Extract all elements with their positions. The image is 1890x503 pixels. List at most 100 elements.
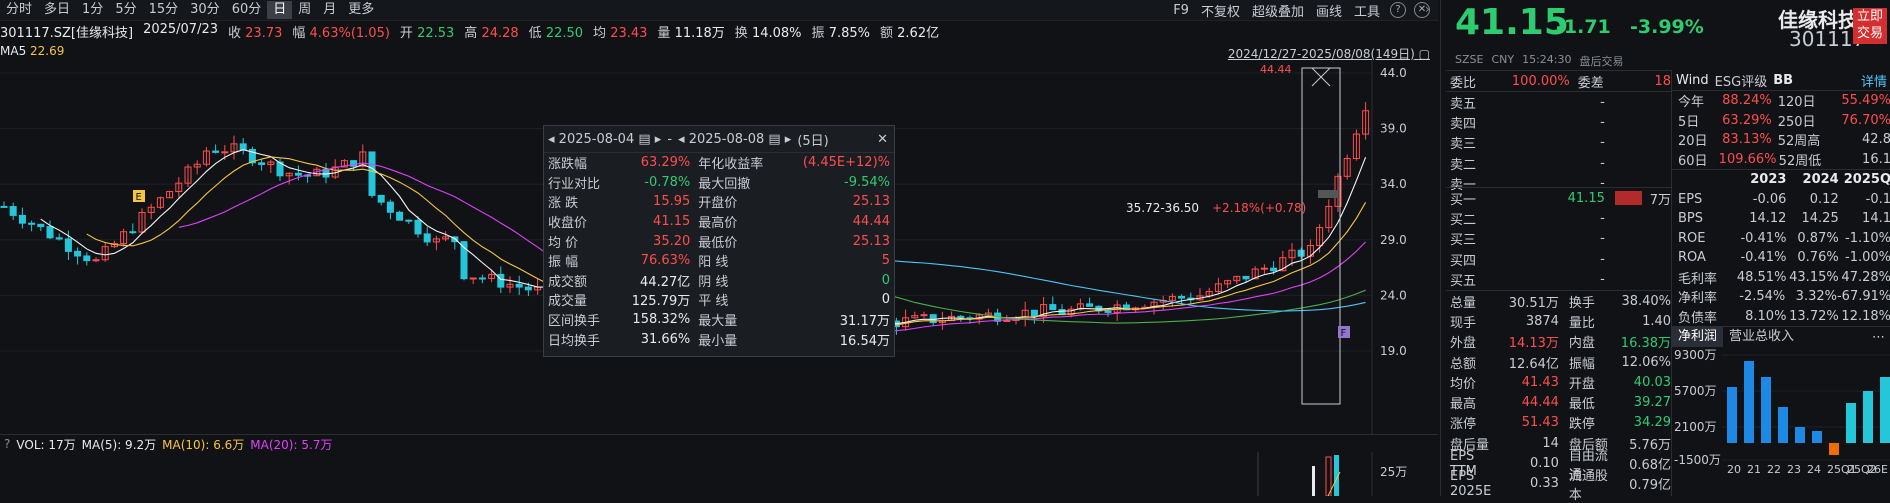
candle-body: [1270, 267, 1278, 272]
from-date-box[interactable]: ◂ 2025-08-04 ▤ ▸: [548, 132, 661, 147]
fin-key: BPS: [1678, 211, 1704, 227]
fin-value: -67.91%: [1836, 289, 1890, 305]
fin-bar: [1880, 377, 1890, 443]
perf-key: 20日: [1678, 134, 1708, 150]
orderbook-row[interactable]: 卖四 -: [1446, 112, 1671, 132]
popup-key: 最大回撤: [698, 176, 751, 192]
period-tab[interactable]: 5分: [109, 1, 142, 19]
stat-value: 0.79亿: [1629, 478, 1672, 494]
more-icon[interactable]: ⋯: [1872, 330, 1885, 345]
orderbook-row[interactable]: 买二 -: [1446, 208, 1671, 228]
marker-f: F: [1341, 328, 1347, 339]
popup-value: 76.63%: [640, 253, 691, 269]
period-tab[interactable]: 日: [267, 1, 293, 19]
popup-value: -9.54%: [844, 174, 890, 190]
overlay-button[interactable]: 超级叠加: [1246, 1, 1310, 20]
from-date: 2025-08-04: [558, 131, 635, 147]
popup-value: 25.13: [852, 233, 890, 249]
popup-close-icon[interactable]: ✕: [877, 132, 888, 147]
orderbook-row[interactable]: 买一 41.15 7万: [1446, 188, 1671, 208]
period-tab[interactable]: 多日: [38, 1, 76, 19]
fin-value: 8.10%: [1745, 308, 1787, 324]
period-tab[interactable]: 周: [292, 1, 317, 19]
period-tab[interactable]: 1分: [76, 1, 109, 19]
candle-body: [515, 283, 523, 288]
swing-label: 振: [811, 26, 825, 41]
tab-net-profit[interactable]: 净利润: [1672, 327, 1724, 347]
stock-code: 301117.SZ[佳缘科技]: [0, 26, 134, 41]
fin-bar: [1795, 427, 1805, 443]
high-label: 高: [464, 26, 478, 41]
orderbook-row[interactable]: 卖三 -: [1446, 133, 1671, 153]
period-tab[interactable]: 月: [317, 1, 342, 19]
fin-header-row: 2023 2024 2025Q: [1672, 170, 1890, 190]
fin-value: 0.12: [1809, 191, 1839, 207]
period-tab[interactable]: 30分: [184, 1, 226, 19]
adjust-button[interactable]: 不复权: [1195, 1, 1246, 20]
popup-value: 31.17万: [839, 314, 890, 330]
popup-row: 涨 跌 15.95 开盘价 25.13: [544, 192, 894, 212]
candle-body: [929, 314, 937, 324]
perf-key: 5日: [1678, 114, 1700, 130]
period-toolbar: 分时 多日 1分 5分 15分 30分 60分日周月更多 F9 不复权 超级叠加 画线 工具…: [0, 0, 1438, 21]
fin-row: ROA -0.41% 0.76% -1.00%: [1672, 248, 1890, 268]
details-link[interactable]: 详情: [1861, 71, 1887, 90]
fin-bar: [1761, 377, 1771, 443]
orderbook-row[interactable]: 买五 -: [1446, 269, 1671, 289]
fin-x-label: 21: [1747, 463, 1761, 476]
ob-volume-bar: [1615, 232, 1642, 246]
currency: CNY: [1491, 53, 1515, 66]
to-date-box[interactable]: ◂ 2025-08-08 ▤ ▸: [678, 132, 791, 147]
range-box-icon: ▢: [1418, 47, 1430, 61]
vol-help-icon[interactable]: ?: [0, 437, 10, 451]
stat-row: 均价 41.43 开盘 40.03: [1446, 372, 1671, 392]
tools-button[interactable]: 工具: [1348, 1, 1386, 20]
range-note: 35.72-36.50: [1126, 201, 1199, 215]
popup-row: 行业对比 -0.78% 最大回撤 -9.54%: [544, 173, 894, 193]
close-info: 收 23.73: [228, 22, 282, 41]
candle-body: [478, 277, 486, 280]
period-tab[interactable]: 更多: [342, 1, 380, 19]
candle-body: [212, 150, 220, 153]
stat-value: 5.76万: [1629, 437, 1672, 453]
stat-key: 跌停: [1568, 417, 1595, 433]
period-tab[interactable]: 15分: [143, 1, 185, 19]
candle-body: [28, 222, 36, 225]
wind-header: Wind ESG评级 BB 详情: [1672, 70, 1890, 91]
quote-time: 15:24:30: [1522, 53, 1572, 66]
candle-body: [74, 250, 82, 257]
trade-now-button[interactable]: 立即交易: [1853, 8, 1887, 44]
ob-volume-bar: [1615, 156, 1642, 170]
orderbook-row[interactable]: 买四 -: [1446, 249, 1671, 269]
collapse-icon[interactable]: ›: [1425, 2, 1430, 16]
help-icon[interactable]: ?: [1390, 2, 1406, 18]
fin-value: -0.06: [1752, 191, 1787, 207]
candle-body: [469, 277, 477, 280]
y-tick-label: 44.0: [1380, 66, 1407, 80]
perf-value: 16.1: [1862, 151, 1890, 167]
orderbook-buy: 买一 41.15 7万 买二 - 买三 - 买四 - 买五 -: [1446, 187, 1671, 289]
fin-value: -1.00%: [1845, 250, 1890, 266]
orderbook-row[interactable]: 卖五 -: [1446, 92, 1671, 112]
popup-key: 区间换手: [548, 314, 601, 330]
stat-value: 16.38万: [1620, 336, 1672, 352]
volume-chart[interactable]: 25万: [0, 452, 1438, 496]
ob-volume-bar: [1615, 211, 1642, 225]
fin-year: 2023: [1750, 172, 1787, 188]
ob-volume: 7万: [1649, 192, 1671, 208]
popup-key: 行业对比: [548, 176, 601, 192]
performance-table: 今年 88.24% 120日 55.49% 5日 63.29% 250日 76.70% 20日 8…: [1672, 91, 1890, 169]
period-tab[interactable]: 60分: [226, 1, 268, 19]
tab-revenue[interactable]: 营业总收入: [1723, 327, 1800, 347]
period-tab[interactable]: 分时: [0, 1, 38, 19]
orderbook-row[interactable]: 买三 -: [1446, 229, 1671, 249]
stat-value: 0.68亿: [1629, 458, 1672, 474]
fin-value: 48.51%: [1736, 269, 1787, 285]
selection-box: [1301, 67, 1341, 405]
orderbook-row[interactable]: 卖二 -: [1446, 153, 1671, 173]
popup-row: 区间换手 158.32% 最大量 31.17万: [544, 310, 894, 330]
draw-button[interactable]: 画线: [1310, 1, 1348, 20]
f9-button[interactable]: F9: [1167, 3, 1195, 18]
ob-volume-bar: [1614, 191, 1642, 206]
popup-key: 成交额: [548, 274, 588, 290]
